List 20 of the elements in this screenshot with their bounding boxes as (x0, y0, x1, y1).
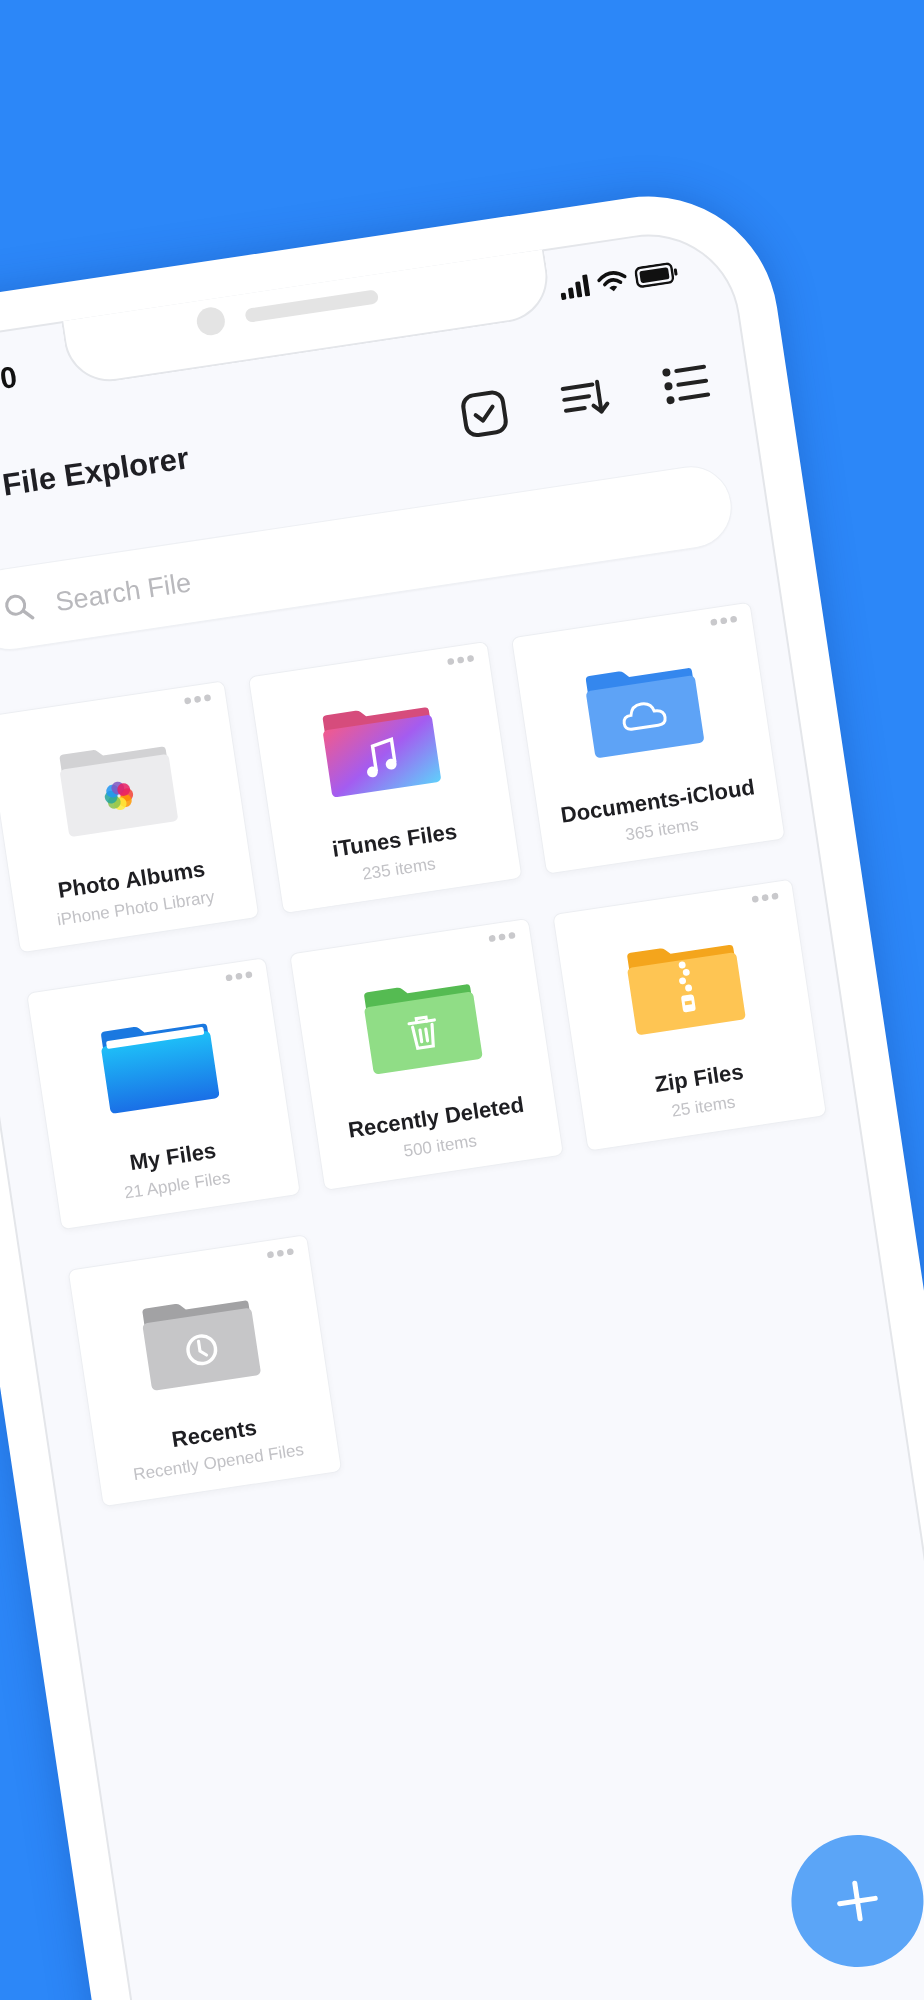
app-title: File Explorer (0, 439, 193, 505)
folder-card[interactable]: My Files 21 Apple Files (26, 957, 301, 1231)
more-icon[interactable] (265, 1247, 295, 1260)
search-field[interactable]: Search File (53, 525, 454, 621)
more-icon[interactable] (487, 930, 517, 943)
more-icon[interactable] (709, 614, 739, 627)
folder-subtitle: 365 items (624, 814, 700, 846)
status-time: 0 (0, 361, 20, 394)
folder-card[interactable]: Recently Deleted 500 items (289, 917, 564, 1191)
more-icon[interactable] (224, 970, 254, 983)
folder-name: Recents (170, 1414, 259, 1453)
more-icon[interactable] (750, 891, 780, 904)
folder-subtitle: 500 items (402, 1131, 479, 1162)
signal-icon (558, 273, 592, 300)
folder-card[interactable]: Zip Files 25 items (552, 878, 828, 1152)
more-icon[interactable] (446, 654, 476, 667)
folder-card[interactable]: iTunes Files 235 items (247, 640, 523, 915)
folder-card[interactable]: Photo Albums iPhone Photo Library (0, 680, 260, 954)
folder-card[interactable]: Recents Recently Opened Files (67, 1234, 343, 1508)
more-icon[interactable] (183, 693, 213, 706)
